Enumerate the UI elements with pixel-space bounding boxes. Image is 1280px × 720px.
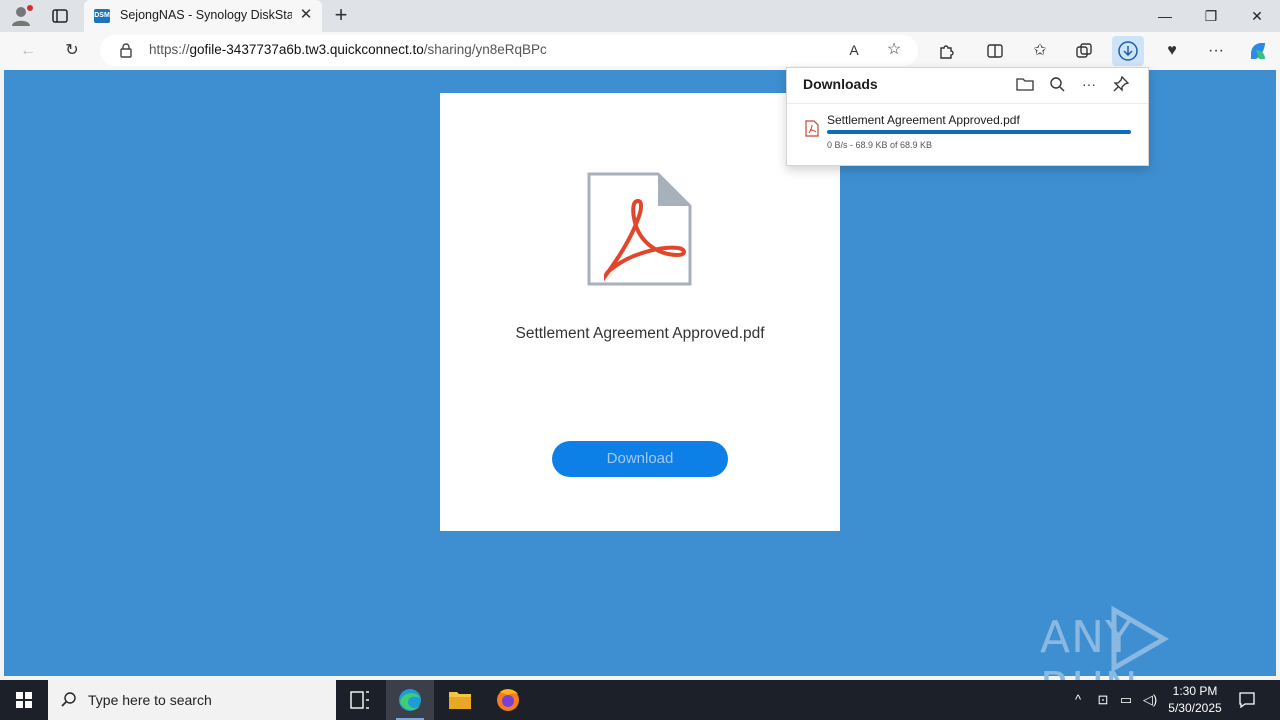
- taskbar: Type here to search ^ ⊡ ▭ ◁) 1:30 PM 5/3…: [0, 680, 1280, 720]
- firefox-icon[interactable]: [484, 680, 532, 720]
- file-name: Settlement Agreement Approved.pdf: [515, 325, 765, 342]
- file-explorer-icon[interactable]: [436, 680, 484, 720]
- read-aloud-icon[interactable]: A: [842, 38, 866, 62]
- folder-icon[interactable]: [1015, 74, 1035, 94]
- task-view-icon[interactable]: [336, 680, 384, 720]
- copilot-icon[interactable]: [1246, 39, 1270, 63]
- browser-toolbar: ← ↻ https://gofile-3437737a6b.tw3.quickc…: [0, 32, 1280, 70]
- download-item-name[interactable]: Settlement Agreement Approved.pdf: [827, 113, 1020, 127]
- refresh-icon[interactable]: ↻: [60, 39, 84, 63]
- address-bar[interactable]: https://gofile-3437737a6b.tw3.quickconne…: [100, 35, 918, 66]
- more-icon[interactable]: ···: [1204, 39, 1228, 63]
- downloads-title: Downloads: [803, 76, 878, 92]
- clock-date: 5/30/2025: [1168, 701, 1222, 715]
- divider: [787, 103, 1148, 104]
- download-status: 0 B/s - 68.9 KB of 68.9 KB: [827, 140, 933, 150]
- search-icon[interactable]: [1047, 74, 1067, 94]
- minimize-icon[interactable]: —: [1142, 0, 1188, 32]
- network-icon[interactable]: ▭: [1117, 691, 1135, 709]
- tab-actions-icon[interactable]: [50, 6, 70, 26]
- more-options-icon[interactable]: ···: [1079, 74, 1099, 94]
- collections-icon[interactable]: [1072, 39, 1096, 63]
- url-text[interactable]: https://gofile-3437737a6b.tw3.quickconne…: [149, 42, 547, 57]
- browser-tab[interactable]: DSM SejongNAS - Synology DiskStation ✕: [84, 0, 322, 32]
- extensions-icon[interactable]: [935, 39, 959, 63]
- back-icon[interactable]: ←: [16, 39, 40, 63]
- tab-title: SejongNAS - Synology DiskStation: [120, 8, 292, 22]
- clock[interactable]: 1:30 PM 5/30/2025: [1160, 683, 1230, 717]
- profile-icon[interactable]: [10, 5, 34, 27]
- split-screen-icon[interactable]: [983, 39, 1007, 63]
- close-window-icon[interactable]: ✕: [1234, 0, 1280, 32]
- search-placeholder: Type here to search: [88, 692, 212, 708]
- lock-icon[interactable]: [118, 42, 134, 58]
- download-icon[interactable]: [1112, 36, 1144, 66]
- performance-icon[interactable]: ♥: [1160, 39, 1184, 63]
- tab-strip: DSM SejongNAS - Synology DiskStation ✕ +…: [0, 0, 1280, 32]
- download-button[interactable]: Download: [552, 441, 728, 477]
- download-progress-fill: [827, 130, 1131, 134]
- edge-icon[interactable]: [386, 680, 434, 720]
- dsm-favicon: DSM: [94, 9, 110, 23]
- notification-icon[interactable]: [1238, 691, 1256, 709]
- pin-icon[interactable]: [1111, 74, 1131, 94]
- search-icon: [60, 691, 78, 714]
- pdf-file-icon: [586, 171, 694, 287]
- new-tab-icon[interactable]: +: [326, 2, 356, 30]
- chevron-up-icon[interactable]: ^: [1069, 691, 1087, 709]
- download-progress-bar: [827, 130, 1131, 134]
- restore-icon[interactable]: ❐: [1188, 0, 1234, 32]
- downloads-panel: Downloads ··· Settlement Agreement Appro…: [786, 67, 1149, 166]
- pdf-small-icon: [805, 120, 819, 137]
- volume-icon[interactable]: ◁): [1141, 691, 1159, 709]
- anyrun-watermark: ANY RUN: [1040, 604, 1240, 714]
- file-share-card: Settlement Agreement Approved.pdf Downlo…: [440, 93, 840, 531]
- clock-time: 1:30 PM: [1172, 684, 1218, 698]
- close-icon[interactable]: ✕: [298, 7, 314, 23]
- favorite-star-icon[interactable]: ☆: [882, 38, 906, 62]
- taskbar-search[interactable]: Type here to search: [48, 680, 336, 720]
- favorites-icon[interactable]: ✩: [1028, 39, 1052, 63]
- device-icon[interactable]: ⊡: [1094, 691, 1112, 709]
- windows-icon[interactable]: [0, 680, 48, 720]
